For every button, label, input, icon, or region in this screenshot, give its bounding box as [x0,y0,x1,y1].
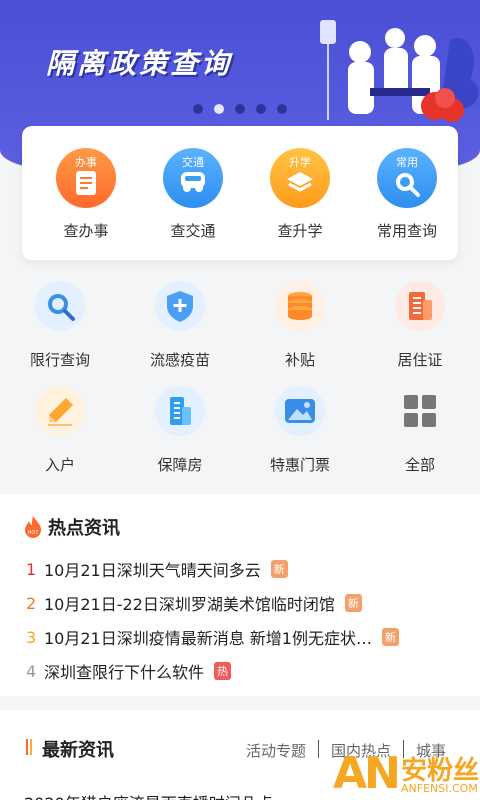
latest-news-title: 最新资讯 [42,740,114,761]
card-tag: 升学 [289,156,311,169]
grid-item-baozhangfang[interactable]: 保障房 [120,383,240,488]
grid-label: 保障房 [157,456,203,474]
news-rank: 1 [26,559,37,579]
news-rank: 4 [26,661,37,681]
news-item[interactable]: 1 10月21日深圳天气晴天间多云 新 [26,554,466,584]
news-item[interactable]: 4 深圳查限行下什么软件 热 [26,656,466,686]
new-badge: 新 [382,628,399,646]
watermark-logo: AN 安粉丝 ANFENSI.COM [333,748,480,800]
card-item-jiaotong[interactable]: 交通 查交通 [143,126,243,260]
flame-icon: HOT [25,516,41,538]
news-item[interactable]: 2 10月21日-22日深圳罗湖美术馆临时闭馆 新 [26,588,466,618]
grid-label: 入户 [44,456,75,474]
watermark-en: ANFENSI.COM [401,782,478,795]
card-item-banshi[interactable]: 办事 查办事 [36,126,136,260]
carousel-dot[interactable] [277,104,287,114]
grid-item-all[interactable]: 全部 [360,383,480,488]
service-grid: 限行查询 流感疫苗 补贴 居住证 入户 保障房 特惠门票 全部 [0,278,480,488]
grid-icon [395,386,445,436]
hot-news-title: 热点资讯 [48,518,120,539]
grid-label: 补贴 [284,351,315,369]
quick-query-card: 办事 查办事 交通 查交通 升学 查升学 常用 常用查询 [22,126,458,260]
card-label: 查办事 [63,222,109,240]
search-icon [35,281,85,331]
hot-news-header: HOT 热点资讯 [24,514,120,540]
section-accent-bar [26,739,32,755]
watermark-an: AN [333,748,401,799]
grid-item-tehui[interactable]: 特惠门票 [240,383,360,488]
carousel-dot[interactable] [193,104,203,114]
grid-label: 流感疫苗 [149,351,210,369]
hot-badge: 热 [214,662,232,680]
medical-staff-illustration [320,20,479,122]
news-title: 深圳查限行下什么软件 [44,663,205,682]
grid-label: 特惠门票 [269,456,330,474]
news-rank: 2 [26,593,37,613]
stack-icon: 升学 [270,148,330,208]
building-icon [155,386,205,436]
carousel-dots [193,104,287,114]
grid-item-vaccine[interactable]: 流感疫苗 [120,278,240,383]
grid-label: 居住证 [397,351,443,369]
card-item-shengxue[interactable]: 升学 查升学 [250,126,350,260]
card-tag: 常用 [396,156,418,169]
card-item-changyong[interactable]: 常用 常用查询 [357,126,457,260]
carousel-dot[interactable] [235,104,245,114]
hot-news-section: HOT 热点资讯 1 10月21日深圳天气晴天间多云 新 2 10月21日-22… [0,494,480,696]
card-label: 查交通 [170,222,216,240]
coins-icon [275,281,325,331]
building-icon [395,281,445,331]
tab-divider [318,740,320,758]
grid-item-juzhuzheng[interactable]: 居住证 [360,278,480,383]
grid-item-xianxing[interactable]: 限行查询 [0,278,120,383]
news-title: 10月21日深圳疫情最新消息 新增1例无症状… [44,629,372,648]
card-tag: 办事 [75,156,97,169]
card-label: 常用查询 [376,222,437,240]
bus-icon: 交通 [163,148,223,208]
news-title: 10月21日-22日深圳罗湖美术馆临时闭馆 [44,595,335,614]
picture-icon [275,386,325,436]
news-rank: 3 [26,627,37,647]
carousel-dot-active[interactable] [214,104,224,114]
document-icon: 办事 [56,148,116,208]
shield-plus-icon [155,281,205,331]
svg-text:HOT: HOT [28,530,40,536]
grid-item-ruhu[interactable]: 入户 [0,383,120,488]
news-item[interactable]: 3 10月21日深圳疫情最新消息 新增1例无症状… 新 [26,622,466,652]
carousel-dot[interactable] [256,104,266,114]
new-badge: 新 [344,594,362,612]
card-tag: 交通 [182,156,204,169]
tab-activity[interactable]: 活动专题 [246,740,306,761]
pencil-icon [35,386,85,436]
banner-title: 隔离政策查询 [46,47,233,80]
grid-label: 全部 [404,456,435,474]
new-badge: 新 [270,560,288,578]
news-title: 10月21日深圳天气晴天间多云 [44,561,261,580]
search-icon: 常用 [377,148,437,208]
card-label: 查升学 [277,222,323,240]
grid-label: 限行查询 [29,351,90,369]
latest-news-item[interactable]: 2020年猎户座流星雨直播时间几点 [24,790,273,800]
grid-item-butie[interactable]: 补贴 [240,278,360,383]
